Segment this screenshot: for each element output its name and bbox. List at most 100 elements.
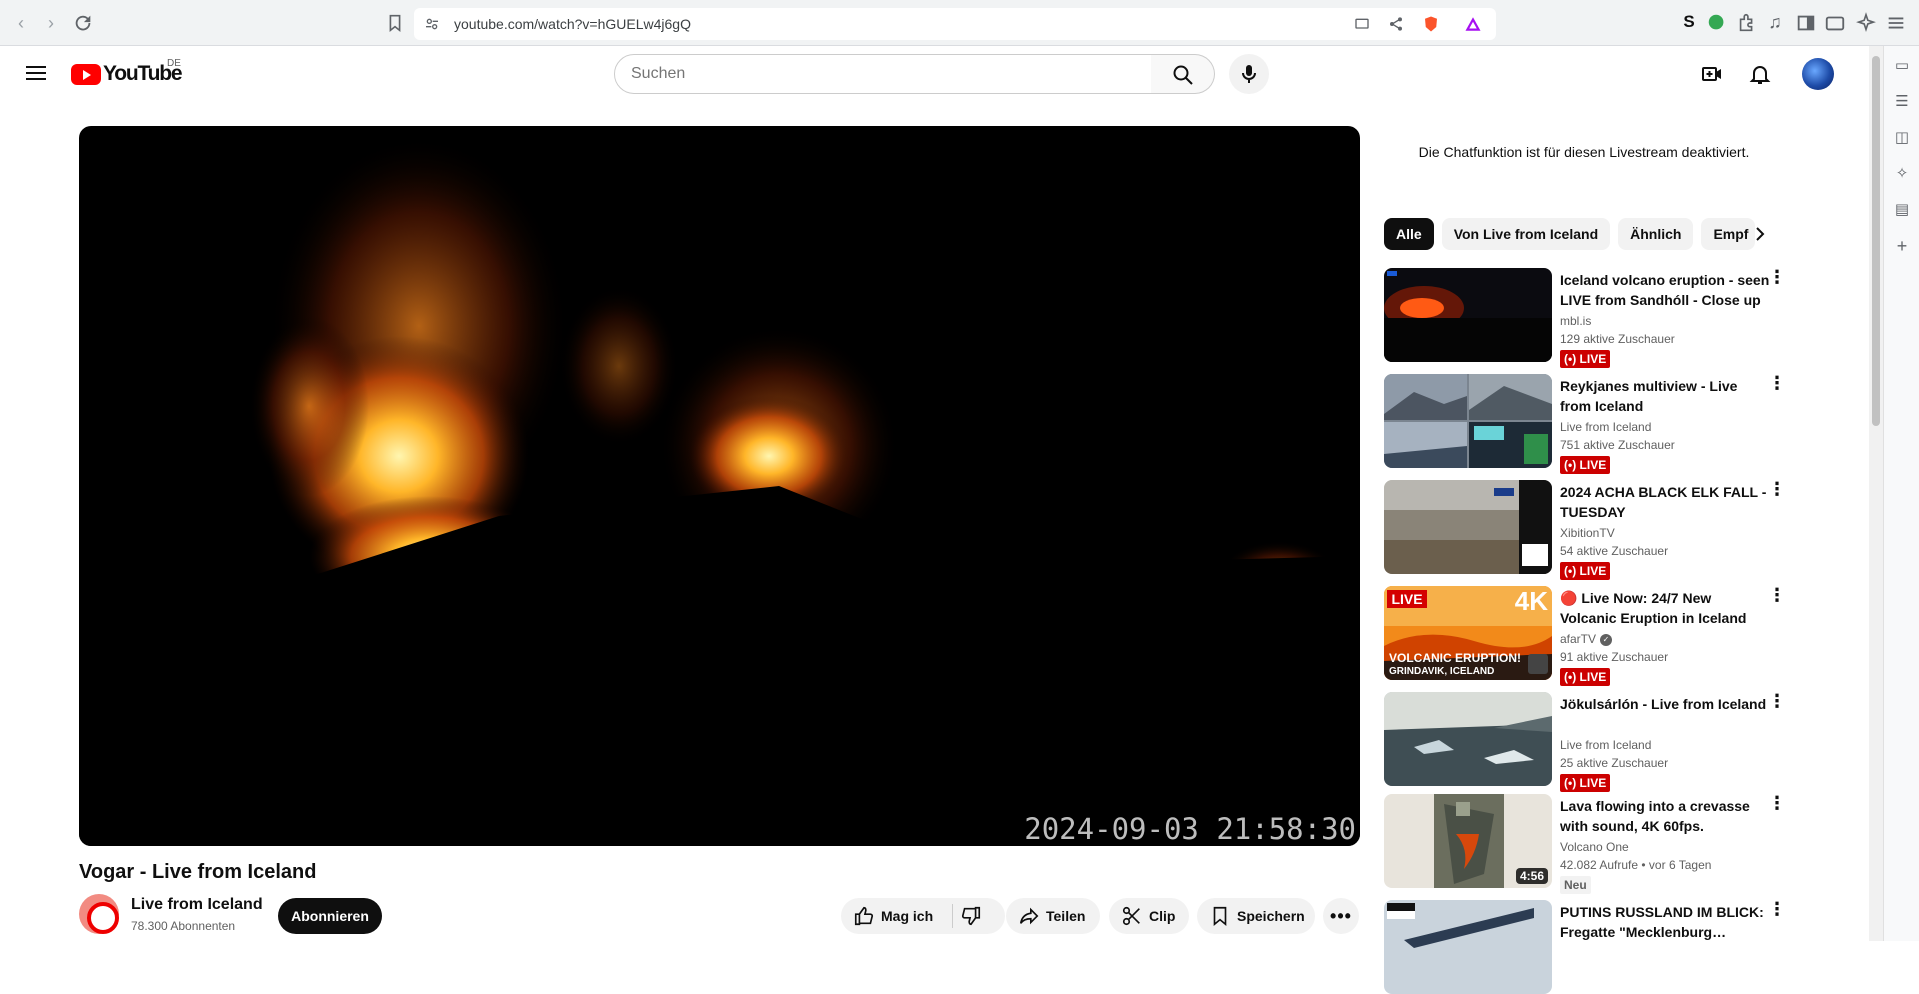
- recommendation-item[interactable]: Reykjanes multiview - Live from Iceland …: [1384, 374, 1786, 474]
- more-vertical-icon[interactable]: ⋮: [1768, 268, 1786, 296]
- sidebar-toggle-icon[interactable]: [1795, 12, 1817, 34]
- notifications-bell-icon[interactable]: [1748, 62, 1772, 86]
- video-timestamp-overlay: 2024-09-03 21:58:30: [1024, 812, 1356, 846]
- account-avatar[interactable]: [1802, 58, 1834, 90]
- forward-icon[interactable]: ›: [40, 12, 62, 34]
- recommendation-item[interactable]: LIVE 4K VOLCANIC ERUPTION! GRINDAVIK, IC…: [1384, 586, 1786, 686]
- search-box[interactable]: [614, 54, 1152, 94]
- scrollbar-thumb[interactable]: [1872, 56, 1880, 426]
- related-filter-chips: Alle Von Live from Iceland Ähnlich Empf: [1384, 218, 1756, 250]
- search-input[interactable]: [631, 65, 1131, 83]
- more-vertical-icon[interactable]: ⋮: [1768, 480, 1786, 508]
- channel-avatar[interactable]: [79, 894, 119, 934]
- video-thumbnail[interactable]: [1384, 374, 1552, 468]
- live-badge: (•) LIVE: [1560, 774, 1611, 792]
- chips-next-chevron-icon[interactable]: [1748, 222, 1772, 246]
- wallet-icon[interactable]: [1824, 12, 1846, 34]
- video-thumbnail[interactable]: [1384, 900, 1552, 994]
- leo-panel-icon[interactable]: ✧: [1892, 164, 1912, 184]
- page-scrollbar[interactable]: [1869, 46, 1883, 941]
- subscribe-button[interactable]: Abonnieren: [278, 898, 382, 934]
- cast-icon[interactable]: [1354, 16, 1370, 32]
- recommendation-title[interactable]: Jökulsárlón - Live from Iceland: [1560, 694, 1770, 714]
- recommendation-channel[interactable]: mbl.is: [1560, 314, 1591, 328]
- like-dislike-divider: [952, 904, 953, 928]
- recommendation-channel[interactable]: Live from Iceland: [1560, 738, 1651, 752]
- recommendation-title[interactable]: PUTINS RUSSLAND IM BLICK: Fregatte "Meck…: [1560, 902, 1770, 942]
- more-vertical-icon[interactable]: ⋮: [1768, 586, 1786, 614]
- recommendation-item[interactable]: Jökulsárlón - Live from Iceland Live fro…: [1384, 692, 1786, 792]
- live-badge: (•) LIVE: [1560, 456, 1611, 474]
- create-video-icon[interactable]: [1700, 62, 1724, 86]
- media-icon[interactable]: ♫: [1764, 12, 1786, 34]
- video-thumbnail[interactable]: [1384, 480, 1552, 574]
- recommendation-channel[interactable]: Live from Iceland: [1560, 420, 1651, 434]
- thumbs-up-icon: [854, 906, 874, 926]
- chip-from-channel[interactable]: Von Live from Iceland: [1441, 218, 1611, 250]
- more-vertical-icon[interactable]: ⋮: [1768, 692, 1786, 720]
- recommendation-channel[interactable]: afarTV ✓: [1560, 632, 1613, 646]
- recommendation-title[interactable]: Lava flowing into a crevasse with sound,…: [1560, 796, 1770, 836]
- thumb-live-text: LIVE: [1391, 591, 1422, 607]
- address-bar[interactable]: youtube.com/watch?v=hGUELw4j6gQ: [414, 8, 1496, 40]
- recommendation-item[interactable]: PUTINS RUSSLAND IM BLICK: Fregatte "Meck…: [1384, 900, 1786, 994]
- save-button[interactable]: Speichern: [1197, 898, 1315, 934]
- brave-shield-icon[interactable]: [1422, 15, 1440, 33]
- more-actions-button[interactable]: •••: [1323, 898, 1359, 934]
- recommendation-title[interactable]: 2024 ACHA BLACK ELK FALL - TUESDAY: [1560, 482, 1770, 522]
- channel-name[interactable]: Live from Iceland: [131, 896, 263, 914]
- video-thumbnail[interactable]: LIVE 4K VOLCANIC ERUPTION! GRINDAVIK, IC…: [1384, 586, 1552, 680]
- recommendation-meta: 91 aktive Zuschauer: [1560, 650, 1669, 664]
- recommendation-meta: 42.082 Aufrufe • vor 6 Tagen: [1560, 858, 1712, 872]
- voice-search-button[interactable]: [1229, 54, 1269, 94]
- bookmarks-panel-icon[interactable]: ▤: [1892, 200, 1912, 220]
- youtube-header: YouTube DE: [0, 46, 1869, 102]
- extension-green-icon[interactable]: [1706, 12, 1728, 34]
- recommendation-title[interactable]: Reykjanes multiview - Live from Iceland: [1560, 376, 1770, 416]
- recommendation-channel[interactable]: XibitionTV: [1560, 526, 1615, 540]
- video-player[interactable]: 2024-09-03 21:58:30: [79, 126, 1360, 846]
- video-thumbnail[interactable]: [1384, 268, 1552, 362]
- more-vertical-icon[interactable]: ⋮: [1768, 794, 1786, 822]
- search-button[interactable]: [1151, 54, 1215, 94]
- url-text[interactable]: youtube.com/watch?v=hGUELw4j6gQ: [454, 16, 691, 32]
- subscriber-count: 78.300 Abonnenten: [131, 919, 236, 933]
- recommendation-title[interactable]: Iceland volcano eruption - seen LIVE fro…: [1560, 270, 1770, 310]
- site-settings-icon[interactable]: [424, 16, 440, 32]
- dislike-button[interactable]: [956, 898, 1006, 934]
- save-bookmark-icon: [1213, 906, 1227, 927]
- chip-all[interactable]: Alle: [1384, 218, 1434, 250]
- leo-ai-icon[interactable]: [1855, 12, 1877, 34]
- search-icon: [1173, 65, 1193, 85]
- recommendation-item[interactable]: 4:56 Lava flowing into a crevasse with s…: [1384, 794, 1786, 894]
- extension-s-icon[interactable]: S: [1678, 12, 1700, 34]
- history-icon[interactable]: ◫: [1892, 128, 1912, 148]
- recommendation-item[interactable]: 2024 ACHA BLACK ELK FALL - TUESDAY Xibit…: [1384, 480, 1786, 580]
- recommendation-title[interactable]: 🔴 Live Now: 24/7 New Volcanic Eruption i…: [1560, 588, 1770, 628]
- video-title: Vogar - Live from Iceland: [79, 861, 317, 883]
- wallet-panel-icon[interactable]: ▭: [1892, 56, 1912, 76]
- video-thumbnail[interactable]: 4:56: [1384, 794, 1552, 888]
- extensions-puzzle-icon[interactable]: [1736, 12, 1758, 34]
- more-vertical-icon[interactable]: ⋮: [1768, 374, 1786, 402]
- verified-check-icon: ✓: [1600, 633, 1613, 646]
- add-panel-icon[interactable]: +: [1892, 236, 1912, 256]
- youtube-logo[interactable]: YouTube: [71, 62, 183, 85]
- video-thumbnail[interactable]: [1384, 692, 1552, 786]
- recommendation-item[interactable]: Iceland volcano eruption - seen LIVE fro…: [1384, 268, 1786, 368]
- reload-icon[interactable]: [72, 12, 94, 34]
- share-button[interactable]: Teilen: [1006, 898, 1100, 934]
- guide-menu-icon[interactable]: [24, 62, 48, 86]
- share-page-icon[interactable]: [1388, 16, 1404, 32]
- back-icon[interactable]: ‹: [10, 12, 32, 34]
- thumbs-down-icon: [961, 906, 981, 926]
- more-vertical-icon[interactable]: ⋮: [1768, 900, 1786, 928]
- lava-eruption-frame: [79, 136, 1360, 846]
- clip-button[interactable]: Clip: [1109, 898, 1189, 934]
- reading-list-icon[interactable]: ☰: [1892, 92, 1912, 112]
- chip-related[interactable]: Ähnlich: [1618, 218, 1694, 250]
- recommendation-channel[interactable]: Volcano One: [1560, 840, 1629, 854]
- bookmark-icon[interactable]: [384, 12, 406, 34]
- menu-icon[interactable]: [1885, 12, 1907, 34]
- brave-rewards-icon[interactable]: [1464, 15, 1482, 33]
